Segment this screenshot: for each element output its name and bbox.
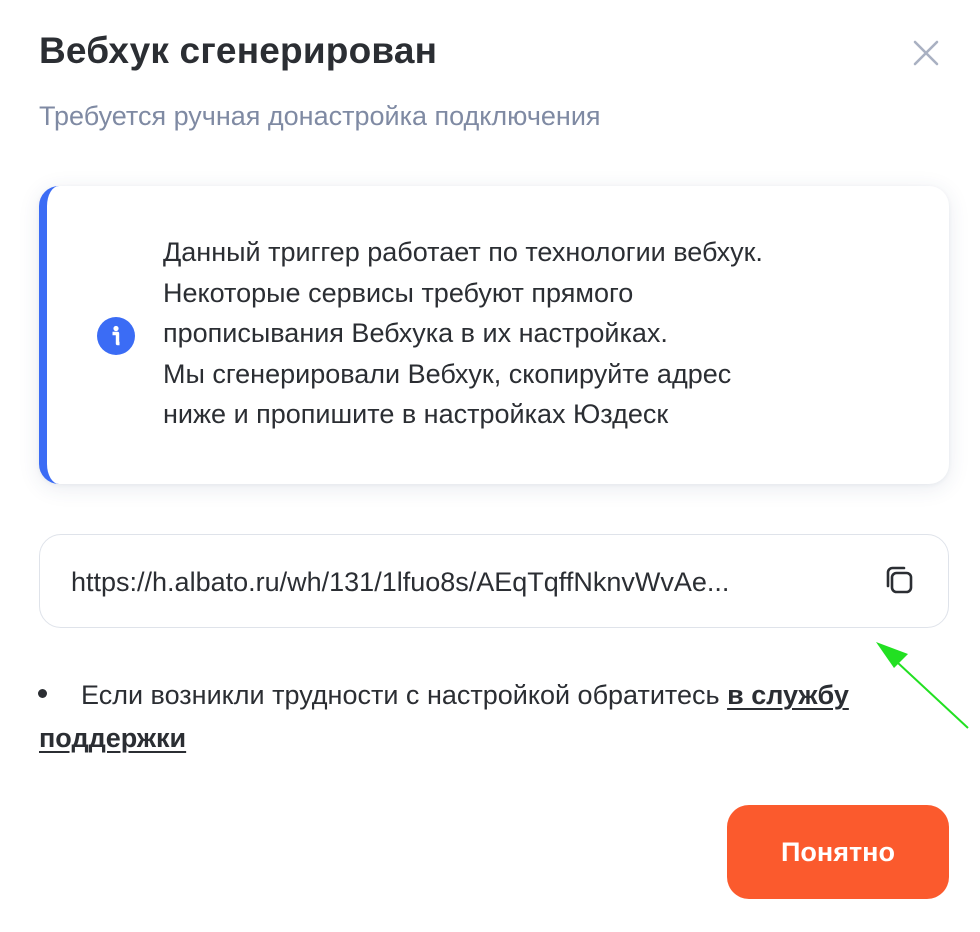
help-message: Если возникли трудности с настройкой обр…	[81, 680, 720, 710]
dialog-subtitle: Требуется ручная донастройка подключения	[39, 101, 601, 131]
info-card: Данный триггер работает по технологии ве…	[39, 186, 949, 484]
dialog-title: Вебхук сгенерирован	[39, 30, 438, 71]
webhook-url-field[interactable]: https://h.albato.ru/wh/131/1lfuo8s/AEqTq…	[39, 534, 949, 628]
info-line: Данный триггер работает по технологии ве…	[163, 237, 763, 267]
close-button[interactable]	[906, 34, 946, 74]
info-text: Данный триггер работает по технологии ве…	[163, 232, 943, 435]
copy-button[interactable]	[878, 559, 924, 605]
confirm-button[interactable]: Понятно	[727, 805, 949, 899]
info-line: Мы сгенерировали Вебхук, скопируйте адре…	[163, 358, 732, 389]
info-icon	[97, 317, 135, 355]
info-line: прописывания Вебхука в их настройках.	[163, 318, 668, 348]
info-line: ниже и пропишите в настройках Юздеск	[163, 399, 669, 429]
info-line: Некоторые сервисы требуют прямого	[163, 277, 634, 308]
webhook-url[interactable]: https://h.albato.ru/wh/131/1lfuo8s/AEqTq…	[71, 564, 851, 600]
copy-icon	[886, 566, 913, 594]
close-icon	[913, 40, 939, 66]
webhook-dialog: Вебхук сгенерирован Требуется ручная дон…	[0, 0, 980, 932]
help-text: Если возникли трудности с настройкой обр…	[39, 674, 909, 760]
